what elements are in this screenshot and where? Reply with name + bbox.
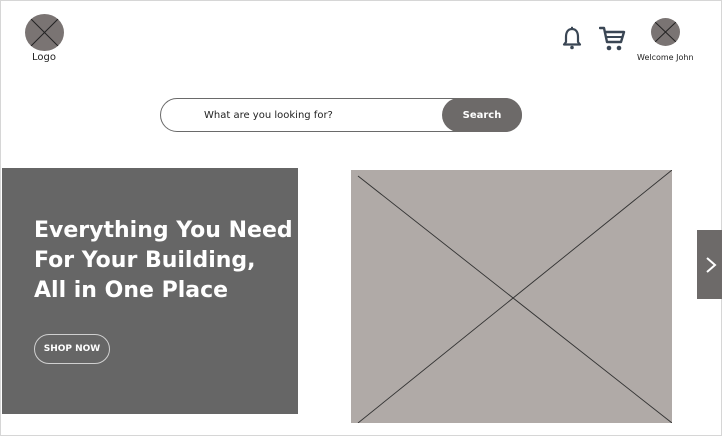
chevron-right-icon: [706, 257, 717, 273]
hero-heading-line: For Your Building,: [34, 248, 256, 273]
hero-heading: Everything You Need For Your Building, A…: [34, 216, 294, 306]
hero-heading-line: All in One Place: [34, 278, 229, 303]
welcome-text: Welcome John: [637, 53, 694, 62]
carousel-next-button[interactable]: [697, 230, 722, 299]
search-bar: Search: [160, 98, 522, 132]
search-button[interactable]: Search: [442, 98, 522, 132]
shopping-cart-icon[interactable]: [598, 25, 626, 52]
avatar-placeholder-icon[interactable]: [651, 18, 680, 46]
shop-now-button[interactable]: SHOP NOW: [34, 334, 110, 364]
image-placeholder-icon: [351, 170, 672, 423]
logo-placeholder-icon[interactable]: [25, 14, 64, 51]
bell-icon[interactable]: [562, 26, 582, 50]
search-input[interactable]: [194, 99, 454, 131]
logo-label: Logo: [32, 52, 56, 63]
hero-heading-line: Everything You Need: [34, 218, 293, 243]
hero-panel: Everything You Need For Your Building, A…: [2, 168, 298, 414]
page-frame: Logo Welcome John Search Everything Yo: [0, 0, 722, 436]
